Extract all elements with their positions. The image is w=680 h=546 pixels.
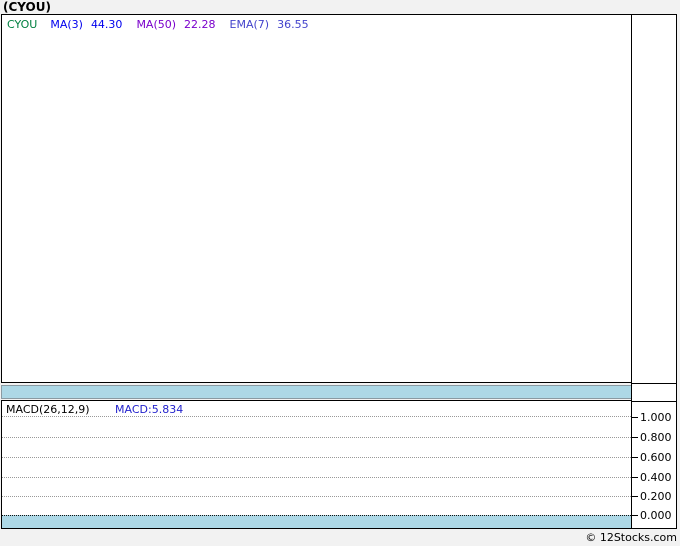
gridline xyxy=(2,416,631,417)
stock-chart-page: (CYOU) CYOU MA(3) 44.30 MA(50) 22.28 EMA… xyxy=(0,0,680,546)
y-axis-tick-label: 0.400 xyxy=(640,471,672,484)
y-axis-tick: 0.800 xyxy=(632,431,672,444)
macd-legend: MACD(26,12,9) MACD:5.834 xyxy=(6,403,183,416)
axis-divider xyxy=(632,383,676,384)
ma50-label: MA(50) xyxy=(136,18,177,31)
gridline xyxy=(2,496,631,497)
y-axis-tick: 0.000 xyxy=(632,509,672,522)
ema7-label: EMA(7) xyxy=(229,18,270,31)
tick-mark xyxy=(632,457,638,458)
zero-gridline xyxy=(2,515,631,516)
gridline xyxy=(2,457,631,458)
separator-band xyxy=(1,385,632,399)
gridline xyxy=(2,437,631,438)
macd-chart-panel: MACD(26,12,9) MACD:5.834 xyxy=(1,400,632,529)
gridline xyxy=(2,477,631,478)
price-legend: CYOU MA(3) 44.30 MA(50) 22.28 EMA(7) 36.… xyxy=(7,18,323,31)
ma50-value: 22.28 xyxy=(184,18,216,31)
y-axis-tick: 1.000 xyxy=(632,411,672,424)
y-axis-tick-label: 0.600 xyxy=(640,451,672,464)
tick-mark xyxy=(632,417,638,418)
macd-bottom-band xyxy=(2,515,631,528)
y-axis-tick: 0.600 xyxy=(632,451,672,464)
price-chart-panel: CYOU MA(3) 44.30 MA(50) 22.28 EMA(7) 36.… xyxy=(1,14,632,383)
y-axis-column: 1.000 0.800 0.600 0.400 0.200 0.000 xyxy=(631,14,677,529)
axis-divider xyxy=(632,401,676,402)
page-title: (CYOU) xyxy=(3,0,51,14)
y-axis-tick-label: 1.000 xyxy=(640,411,672,424)
tick-mark xyxy=(632,437,638,438)
ma3-label: MA(3) xyxy=(50,18,83,31)
y-axis-tick: 0.400 xyxy=(632,471,672,484)
ma3-value: 44.30 xyxy=(90,18,123,31)
macd-indicator-label: MACD(26,12,9) xyxy=(6,403,90,416)
footer-credit: © 12Stocks.com xyxy=(585,531,677,544)
tick-mark xyxy=(632,515,638,516)
tick-mark xyxy=(632,496,638,497)
macd-indicator-value: MACD:5.834 xyxy=(115,403,184,416)
y-axis-tick-label: 0.800 xyxy=(640,431,672,444)
ema7-value: 36.55 xyxy=(277,18,309,31)
y-axis-tick-label: 0.000 xyxy=(640,509,672,522)
y-axis-tick: 0.200 xyxy=(632,490,672,503)
ticker-symbol: CYOU xyxy=(7,18,38,31)
y-axis-tick-label: 0.200 xyxy=(640,490,672,503)
tick-mark xyxy=(632,477,638,478)
